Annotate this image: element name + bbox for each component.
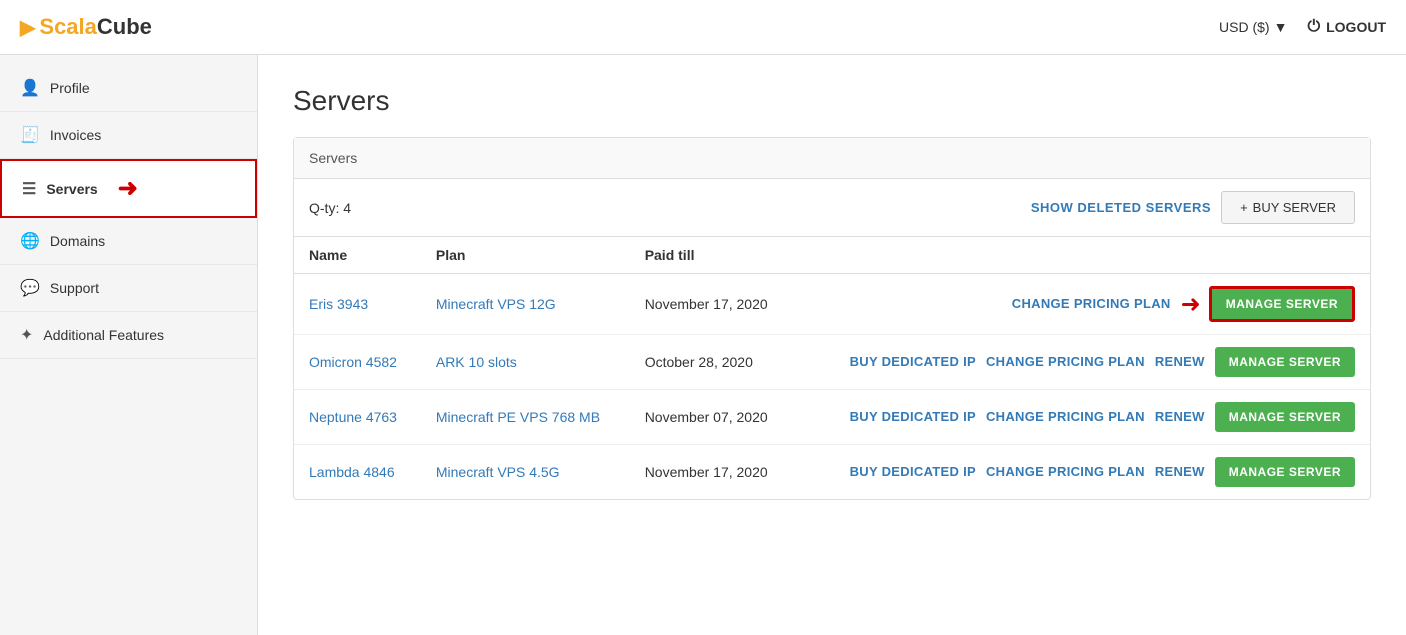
col-plan: Plan (421, 237, 630, 274)
plus-icon: + (1240, 200, 1248, 215)
server-plan-link[interactable]: Minecraft VPS 4.5G (436, 464, 560, 480)
buy-dedicated-ip-button[interactable]: BUY DEDICATED IP (850, 464, 976, 479)
sidebar-item-servers[interactable]: ☰ Servers ➜ (0, 159, 257, 218)
server-plan-link[interactable]: ARK 10 slots (436, 354, 517, 370)
sidebar-item-label: Servers (46, 181, 97, 197)
show-deleted-button[interactable]: SHOW DELETED SERVERS (1031, 200, 1211, 215)
manage-server-button[interactable]: MANAGE SERVER (1215, 347, 1355, 377)
logout-icon: ⏻ (1307, 18, 1320, 36)
qty-label: Q-ty: 4 (309, 200, 1021, 216)
main-content: Servers Servers Q-ty: 4 SHOW DELETED SER… (258, 55, 1406, 635)
buy-server-button[interactable]: + BUY SERVER (1221, 191, 1355, 224)
table-row: Omicron 4582 ARK 10 slots October 28, 2020… (294, 335, 1370, 390)
invoice-icon: 🧾 (20, 125, 40, 145)
server-plan-link[interactable]: Minecraft VPS 12G (436, 296, 556, 312)
servers-panel: Servers Q-ty: 4 SHOW DELETED SERVERS + B… (293, 137, 1371, 500)
change-pricing-plan-button[interactable]: CHANGE PRICING PLAN (986, 354, 1145, 369)
server-paid-till: November 17, 2020 (630, 274, 795, 335)
server-name-link[interactable]: Neptune 4763 (309, 409, 397, 425)
buy-dedicated-ip-button[interactable]: BUY DEDICATED IP (850, 354, 976, 369)
user-icon: 👤 (20, 78, 40, 98)
server-name-link[interactable]: Eris 3943 (309, 296, 368, 312)
arrow-annotation-servers: ➜ (118, 174, 138, 203)
renew-button[interactable]: RENEW (1155, 464, 1205, 479)
logo-scala: Scala (39, 14, 97, 39)
layout: 👤 Profile 🧾 Invoices ☰ Servers ➜ 🌐 Domai… (0, 55, 1406, 635)
logo: ▶ScalaCube (20, 14, 152, 40)
header-right: USD ($) ▼ ⏻ LOGOUT (1219, 18, 1386, 36)
server-paid-till: November 17, 2020 (630, 445, 795, 500)
action-cell: BUY DEDICATED IP CHANGE PRICING PLAN RENEW… (794, 390, 1370, 445)
panel-toolbar: Q-ty: 4 SHOW DELETED SERVERS + BUY SERVE… (294, 179, 1370, 237)
sidebar: 👤 Profile 🧾 Invoices ☰ Servers ➜ 🌐 Domai… (0, 55, 258, 635)
servers-icon: ☰ (22, 179, 36, 199)
sidebar-item-label: Invoices (50, 127, 101, 143)
col-name: Name (294, 237, 421, 274)
features-icon: ✦ (20, 325, 33, 345)
panel-header: Servers (294, 138, 1370, 179)
support-icon: 💬 (20, 278, 40, 298)
sidebar-item-label: Profile (50, 80, 90, 96)
change-pricing-plan-button[interactable]: CHANGE PRICING PLAN (986, 409, 1145, 424)
renew-button[interactable]: RENEW (1155, 354, 1205, 369)
servers-table: Name Plan Paid till Eris 3943 Minecraft V… (294, 237, 1370, 499)
change-pricing-plan-button[interactable]: CHANGE PRICING PLAN (1012, 296, 1171, 311)
header: ▶ScalaCube USD ($) ▼ ⏻ LOGOUT (0, 0, 1406, 55)
server-paid-till: October 28, 2020 (630, 335, 795, 390)
col-paid-till: Paid till (630, 237, 795, 274)
server-paid-till: November 07, 2020 (630, 390, 795, 445)
server-name-link[interactable]: Lambda 4846 (309, 464, 395, 480)
sidebar-item-domains[interactable]: 🌐 Domains (0, 218, 257, 265)
renew-button[interactable]: RENEW (1155, 409, 1205, 424)
manage-server-button[interactable]: MANAGE SERVER (1215, 402, 1355, 432)
manage-server-button[interactable]: MANAGE SERVER (1215, 457, 1355, 487)
col-actions (794, 237, 1370, 274)
table-row: Eris 3943 Minecraft VPS 12G November 17, 2… (294, 274, 1370, 335)
sidebar-item-label: Additional Features (43, 327, 164, 343)
server-name-link[interactable]: Omicron 4582 (309, 354, 397, 370)
logo-icon: ▶ (20, 17, 35, 39)
buy-dedicated-ip-button[interactable]: BUY DEDICATED IP (850, 409, 976, 424)
table-header-row: Name Plan Paid till (294, 237, 1370, 274)
globe-icon: 🌐 (20, 231, 40, 251)
action-cell: BUY DEDICATED IP CHANGE PRICING PLAN RENEW… (794, 445, 1370, 500)
arrow-annotation-manage: ➜ (1181, 291, 1201, 318)
table-row: Neptune 4763 Minecraft PE VPS 768 MB Novem… (294, 390, 1370, 445)
sidebar-item-additional-features[interactable]: ✦ Additional Features (0, 312, 257, 359)
action-cell: CHANGE PRICING PLAN ➜ MANAGE SERVER (794, 274, 1370, 335)
action-cell: BUY DEDICATED IP CHANGE PRICING PLAN RENEW… (794, 335, 1370, 390)
chevron-down-icon: ▼ (1274, 19, 1288, 35)
sidebar-item-profile[interactable]: 👤 Profile (0, 65, 257, 112)
currency-button[interactable]: USD ($) ▼ (1219, 19, 1287, 35)
sidebar-item-support[interactable]: 💬 Support (0, 265, 257, 312)
panel-title: Servers (309, 150, 357, 166)
sidebar-item-invoices[interactable]: 🧾 Invoices (0, 112, 257, 159)
change-pricing-plan-button[interactable]: CHANGE PRICING PLAN (986, 464, 1145, 479)
sidebar-item-label: Support (50, 280, 99, 296)
buy-server-label: BUY SERVER (1253, 200, 1336, 215)
page-title: Servers (293, 85, 1371, 117)
logout-label: LOGOUT (1326, 19, 1386, 35)
sidebar-item-label: Domains (50, 233, 105, 249)
server-plan-link[interactable]: Minecraft PE VPS 768 MB (436, 409, 600, 425)
table-row: Lambda 4846 Minecraft VPS 4.5G November 17… (294, 445, 1370, 500)
logo-cube: Cube (97, 14, 152, 39)
currency-label: USD ($) (1219, 19, 1270, 35)
logout-button[interactable]: ⏻ LOGOUT (1307, 18, 1386, 36)
manage-server-button[interactable]: MANAGE SERVER (1209, 286, 1355, 322)
